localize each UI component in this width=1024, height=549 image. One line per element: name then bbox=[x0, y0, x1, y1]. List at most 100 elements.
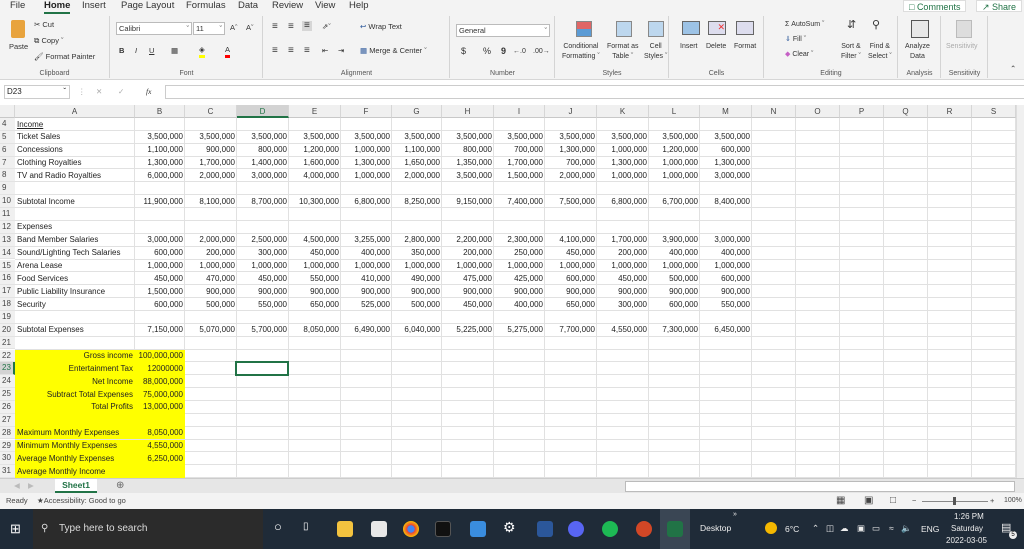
copy-button[interactable]: ⧉ Copy ˇ bbox=[34, 36, 64, 46]
summary-value[interactable]: 8,050,000 bbox=[135, 427, 185, 439]
active-cell-d23[interactable] bbox=[235, 361, 289, 377]
cell-value[interactable]: 450,000 bbox=[289, 247, 341, 259]
row-header-25[interactable]: 25 bbox=[0, 388, 15, 401]
cell-value[interactable]: 1,000,000 bbox=[649, 170, 700, 182]
row-header-15[interactable]: 15 bbox=[0, 259, 15, 273]
cell-value[interactable]: 6,450,000 bbox=[700, 324, 752, 336]
cell-value[interactable]: 1,000,000 bbox=[341, 260, 392, 272]
tab-help[interactable]: Help bbox=[349, 0, 369, 12]
delete-cells-icon[interactable]: ✕ bbox=[708, 21, 726, 35]
cell-value[interactable]: 900,000 bbox=[289, 286, 341, 298]
number-format-select[interactable]: General ˇ bbox=[456, 24, 550, 37]
clock-time[interactable]: 1:26 PM bbox=[954, 512, 984, 521]
summary-label[interactable]: Average Monthly Income bbox=[17, 466, 105, 478]
cell-styles-button[interactable]: Cell Styles ˇ bbox=[644, 42, 667, 62]
tab-home[interactable]: Home bbox=[44, 0, 71, 14]
cell-label[interactable]: Subtotal Expenses bbox=[17, 324, 84, 336]
row-header-23[interactable]: 23 bbox=[0, 362, 15, 376]
row-header-12[interactable]: 12 bbox=[0, 220, 15, 234]
cell-value[interactable]: 1,000,000 bbox=[545, 260, 597, 272]
cell-value[interactable]: 450,000 bbox=[597, 273, 649, 285]
cell-value[interactable]: 6,700,000 bbox=[649, 196, 700, 208]
analyze-data-icon[interactable] bbox=[911, 20, 929, 38]
column-header-m[interactable]: M bbox=[700, 105, 752, 118]
meet-icon[interactable]: ◫ bbox=[826, 523, 834, 534]
column-header-g[interactable]: G bbox=[392, 105, 442, 118]
row-header-20[interactable]: 20 bbox=[0, 323, 15, 337]
row-header-27[interactable]: 27 bbox=[0, 413, 15, 427]
cell-label[interactable]: Clothing Royalties bbox=[17, 157, 81, 169]
cell-value[interactable]: 3,500,000 bbox=[341, 131, 392, 143]
task-view-icon[interactable]: ▯ bbox=[303, 521, 309, 532]
format-cells-icon[interactable] bbox=[736, 21, 754, 35]
summary-label[interactable]: Entertainment Tax bbox=[15, 363, 135, 375]
cell-value[interactable]: 550,000 bbox=[289, 273, 341, 285]
tray-expand-icon[interactable]: ⌃ bbox=[812, 523, 819, 534]
cell-value[interactable]: 1,400,000 bbox=[237, 157, 289, 169]
comma-button[interactable]: 9 bbox=[501, 46, 506, 56]
cell-value[interactable]: 1,300,000 bbox=[341, 157, 392, 169]
row-header-19[interactable]: 19 bbox=[0, 310, 15, 324]
column-header-e[interactable]: E bbox=[289, 105, 341, 118]
align-middle-icon[interactable]: ≡ bbox=[288, 22, 294, 32]
column-header-b[interactable]: B bbox=[135, 105, 185, 118]
tab-file[interactable]: File bbox=[10, 0, 25, 12]
increase-indent-icon[interactable]: ⇥ bbox=[338, 46, 344, 56]
page-layout-view-icon[interactable]: ▣ bbox=[864, 493, 873, 509]
cell-value[interactable]: 3,000,000 bbox=[700, 170, 752, 182]
desktop-toolbar[interactable]: Desktop bbox=[700, 523, 731, 533]
summary-label[interactable]: Minimum Monthly Expenses bbox=[17, 440, 117, 452]
row-header-13[interactable]: 13 bbox=[0, 233, 15, 247]
cell-value[interactable]: 3,500,000 bbox=[442, 170, 494, 182]
cell-label[interactable]: Arena Lease bbox=[17, 260, 62, 272]
toolbar-expand-icon[interactable]: » bbox=[733, 511, 737, 518]
cell-value[interactable]: 5,225,000 bbox=[442, 324, 494, 336]
sort-filter-icon[interactable]: ⇵ bbox=[847, 20, 856, 31]
cell-value[interactable]: 1,000,000 bbox=[597, 144, 649, 156]
select-all-corner[interactable] bbox=[0, 105, 15, 118]
summary-label[interactable]: Net Income bbox=[15, 376, 135, 388]
cell-value[interactable]: 490,000 bbox=[392, 273, 442, 285]
align-left-icon[interactable]: ≡ bbox=[272, 46, 278, 56]
row-header-24[interactable]: 24 bbox=[0, 375, 15, 389]
cell-value[interactable]: 600,000 bbox=[135, 247, 185, 259]
cell-value[interactable]: 1,700,000 bbox=[185, 157, 237, 169]
cell-value[interactable]: 200,000 bbox=[185, 247, 237, 259]
orientation-icon[interactable]: ⇗ˇ bbox=[322, 22, 331, 32]
zoom-level[interactable]: 100% bbox=[1004, 493, 1022, 509]
align-top-icon[interactable]: ≡ bbox=[272, 22, 278, 32]
battery-icon[interactable]: ▭ bbox=[872, 523, 880, 534]
summary-value[interactable]: 88,000,000 bbox=[135, 376, 185, 388]
cell-label[interactable]: TV and Radio Royalties bbox=[17, 170, 101, 182]
font-size-select[interactable]: 11 ˇ bbox=[193, 22, 225, 35]
cell-value[interactable]: 500,000 bbox=[185, 299, 237, 311]
cell-value[interactable]: 3,000,000 bbox=[700, 234, 752, 246]
cell-value[interactable]: 1,100,000 bbox=[392, 144, 442, 156]
column-header-k[interactable]: K bbox=[597, 105, 649, 118]
cell-value[interactable]: 10,300,000 bbox=[289, 196, 341, 208]
cell-value[interactable]: 550,000 bbox=[700, 299, 752, 311]
cell-value[interactable]: 3,500,000 bbox=[237, 131, 289, 143]
cell-value[interactable]: 1,350,000 bbox=[442, 157, 494, 169]
cell-value[interactable]: 1,000,000 bbox=[597, 260, 649, 272]
cut-button[interactable]: ✂ Cut bbox=[34, 20, 54, 30]
row-header-11[interactable]: 11 bbox=[0, 208, 15, 221]
store-icon[interactable] bbox=[371, 521, 387, 537]
cell-value[interactable]: 200,000 bbox=[442, 247, 494, 259]
cell-value[interactable]: 3,255,000 bbox=[341, 234, 392, 246]
cell-value[interactable]: 600,000 bbox=[700, 144, 752, 156]
column-header-s[interactable]: S bbox=[972, 105, 1016, 118]
cell-value[interactable]: 900,000 bbox=[597, 286, 649, 298]
column-header-q[interactable]: Q bbox=[884, 105, 928, 118]
tab-view[interactable]: View bbox=[315, 0, 335, 12]
conditional-formatting-button[interactable]: Conditional Formatting ˇ bbox=[562, 42, 600, 62]
screen-icon[interactable]: ▣ bbox=[857, 523, 865, 534]
row-header-31[interactable]: 31 bbox=[0, 465, 15, 478]
cell-label[interactable]: Public Liability Insurance bbox=[17, 286, 105, 298]
zoom-slider-thumb[interactable] bbox=[953, 497, 956, 505]
name-box[interactable]: D23 ˇ bbox=[4, 85, 70, 99]
cell-value[interactable]: 8,100,000 bbox=[185, 196, 237, 208]
cell-value[interactable]: 1,200,000 bbox=[649, 144, 700, 156]
cell-label[interactable]: Sound/Lighting Tech Salaries bbox=[17, 247, 120, 259]
vertical-scrollbar[interactable] bbox=[1016, 105, 1024, 478]
